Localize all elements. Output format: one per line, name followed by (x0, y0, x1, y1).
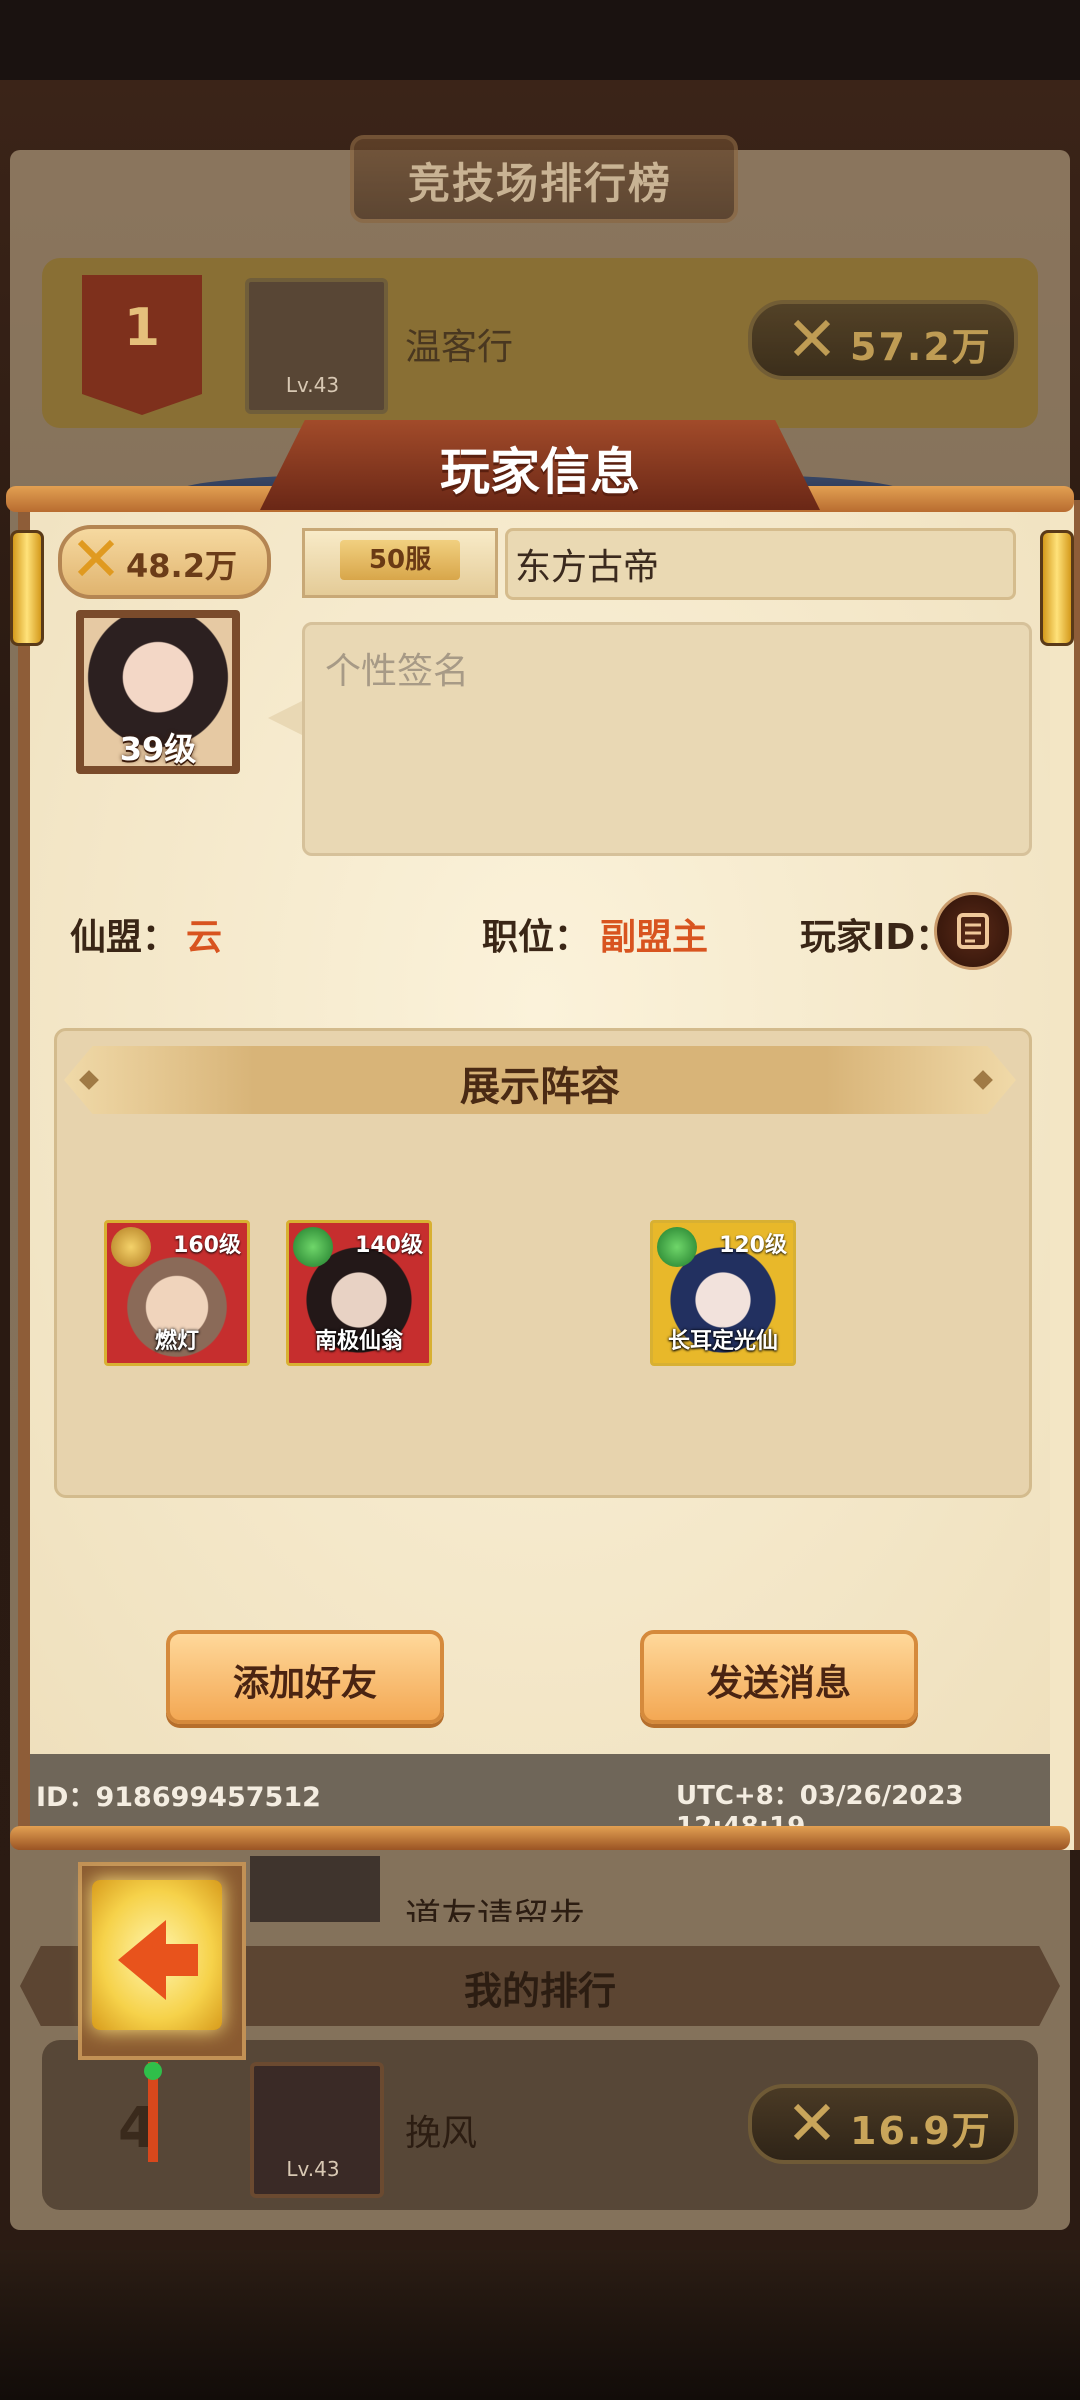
avatar-level: Lv.43 (285, 373, 340, 397)
power-value: 48.2万 (126, 547, 237, 585)
lineup-title: 展示阵容 (460, 1064, 620, 1110)
hero-card[interactable]: 140级 南极仙翁 (286, 1220, 432, 1366)
hero-name: 长耳定光仙 (667, 1329, 778, 1354)
sword-icon (793, 319, 831, 357)
scroll-handle-right (1040, 530, 1074, 646)
hero-card[interactable]: 120级 长耳定光仙 (650, 1220, 796, 1366)
rank-number: 1 (123, 298, 161, 358)
server-badge: 50服 (340, 540, 460, 580)
power-value: 16.9万 (850, 2109, 992, 2153)
footer-player-id: ID：918699457512 (36, 1782, 321, 1813)
hero-level: 140级 (355, 1233, 423, 1258)
copy-glyph (957, 913, 989, 949)
send-message-button[interactable]: 发送消息 (640, 1630, 918, 1724)
alliance-label: 仙盟： (70, 917, 179, 958)
sword-icon (793, 2103, 831, 2141)
player-name: 挽风 (405, 2113, 478, 2154)
power-pill: 16.9万 (748, 2084, 1018, 2164)
player-level: 39级 (119, 730, 197, 768)
position-label: 职位： (482, 917, 591, 958)
faction-icon (293, 1227, 333, 1267)
avatar-level: Lv.43 (286, 2157, 340, 2181)
player-name: 道友请留步 (405, 1897, 586, 1922)
signature-placeholder: 个性签名 (325, 651, 470, 692)
leaderboard-title: 竞技场排行榜 (407, 159, 672, 208)
bottom-bar (0, 2250, 1080, 2400)
power-value: 57.2万 (850, 325, 992, 369)
send-message-label: 发送消息 (706, 1663, 851, 1704)
hero-level: 160级 (173, 1233, 241, 1258)
scroll-handle-left (10, 530, 44, 646)
hero-name: 燃灯 (154, 1329, 199, 1354)
player-name: 温客行 (405, 327, 514, 368)
avatar (250, 1856, 380, 1922)
copy-icon[interactable] (934, 892, 1012, 970)
cord-bead (144, 2062, 162, 2080)
add-friend-button[interactable]: 添加好友 (166, 1630, 444, 1724)
sword-icon (77, 539, 115, 577)
faction-icon (111, 1227, 151, 1267)
faction-icon (657, 1227, 697, 1267)
alliance-value[interactable]: 云 (186, 908, 222, 960)
add-friend-label: 添加好友 (232, 1663, 377, 1704)
hero-level: 120级 (719, 1233, 787, 1258)
player-name: 东方古帝 (515, 547, 660, 588)
hero-card[interactable]: 160级 燃灯 (104, 1220, 250, 1366)
power-pill: 57.2万 (748, 300, 1018, 380)
dialog-title: 玩家信息 (440, 443, 640, 501)
scroll-rod-bottom (10, 1826, 1070, 1850)
player-id-label: 玩家ID： (800, 917, 952, 958)
position-value: 副盟主 (600, 917, 709, 958)
hero-name: 南极仙翁 (314, 1329, 403, 1354)
